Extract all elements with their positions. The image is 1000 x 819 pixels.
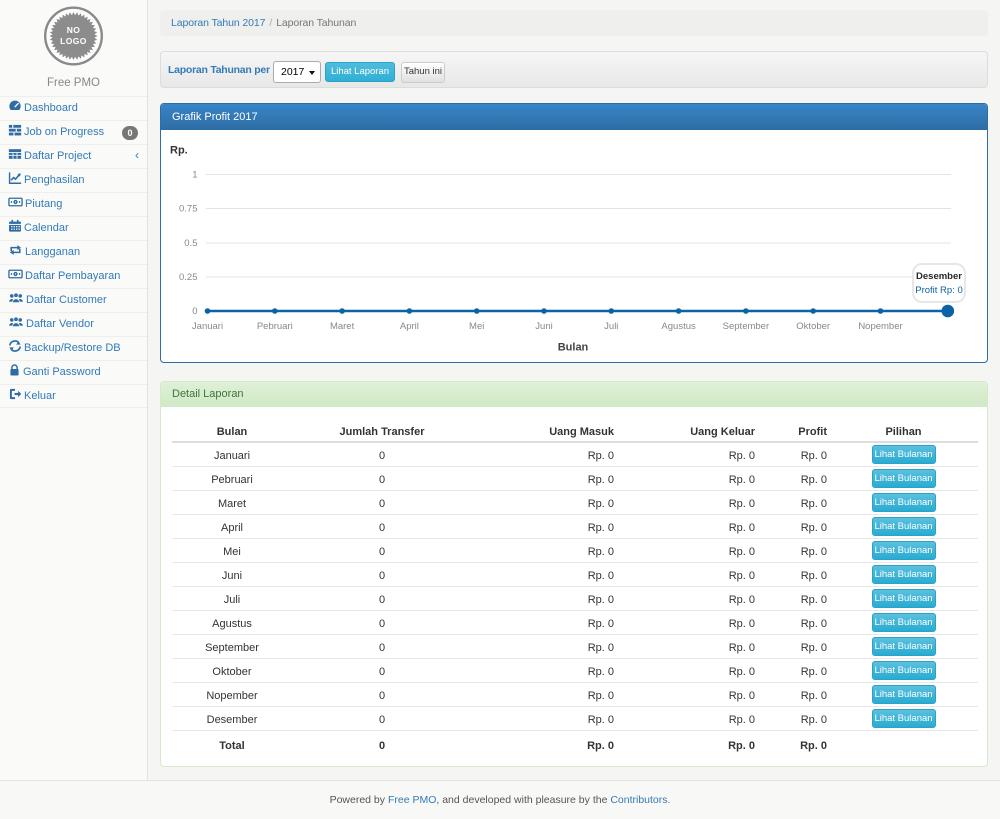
svg-text:0.25: 0.25 (179, 272, 198, 283)
svg-text:LOGO: LOGO (60, 36, 87, 46)
svg-text:Januari: Januari (192, 321, 223, 332)
svg-text:0.75: 0.75 (179, 204, 198, 215)
svg-text:0.5: 0.5 (184, 238, 197, 249)
svg-text:Oktober: Oktober (796, 321, 830, 332)
svg-text:April: April (400, 321, 419, 332)
svg-text:Pebruari: Pebruari (257, 321, 293, 332)
svg-text:Rp.: Rp. (170, 145, 188, 157)
svg-text:1: 1 (192, 170, 197, 181)
svg-text:Bulan: Bulan (558, 342, 589, 354)
svg-text:Mei: Mei (469, 321, 484, 332)
svg-text:Juni: Juni (535, 321, 552, 332)
svg-text:Agustus: Agustus (661, 321, 696, 332)
svg-text:Maret: Maret (330, 321, 355, 332)
svg-text:Juli: Juli (604, 321, 618, 332)
svg-text:Nopember: Nopember (858, 321, 902, 332)
svg-text:0: 0 (192, 306, 197, 317)
svg-text:September: September (723, 321, 769, 332)
svg-text:NO: NO (67, 25, 81, 35)
